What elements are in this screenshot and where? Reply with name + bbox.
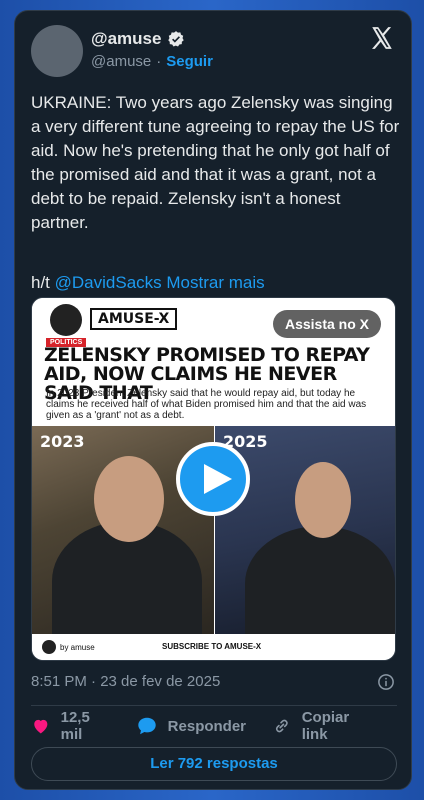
- show-more-link[interactable]: Mostrar mais: [166, 273, 264, 292]
- avatar[interactable]: [31, 25, 83, 77]
- tweet-card: @amuse @amuse · Seguir UKRAINE: Two year…: [14, 10, 412, 790]
- copy-link-label: Copiar link: [301, 709, 350, 743]
- copy-link-button[interactable]: Copiar link: [272, 709, 371, 743]
- brand-mini-icon: [42, 640, 56, 654]
- handle-row: @amuse · Seguir: [91, 53, 213, 70]
- media-footer: by amuse SUBSCRIBE TO AMUSE-X: [32, 634, 395, 660]
- like-button[interactable]: 12,5 mil: [31, 709, 110, 743]
- like-count: 12,5 mil: [60, 709, 90, 743]
- reply-button[interactable]: Responder: [136, 715, 246, 737]
- verified-badge-icon: [168, 31, 185, 47]
- by-amuse: by amuse: [42, 640, 95, 654]
- by-label: by amuse: [60, 642, 95, 652]
- tweet-text: UKRAINE: Two years ago Zelensky was sing…: [31, 93, 400, 232]
- brand-logo-icon: [50, 304, 82, 336]
- separator-dot: ·: [156, 53, 162, 70]
- play-button[interactable]: [176, 442, 250, 516]
- video-media[interactable]: AMUSE-X Assista no X POLITICS ZELENSKY P…: [31, 297, 396, 661]
- mention-link[interactable]: @DavidSacks: [55, 273, 162, 292]
- brand-text: AMUSE-X: [90, 308, 178, 330]
- action-bar: 12,5 mil Responder Copiar link: [31, 709, 397, 743]
- handle[interactable]: @amuse: [91, 53, 151, 70]
- display-name[interactable]: @amuse: [91, 29, 161, 49]
- x-logo-icon[interactable]: [369, 25, 395, 51]
- info-icon[interactable]: [377, 673, 395, 691]
- heart-icon: [34, 719, 48, 734]
- name-row: @amuse: [91, 29, 185, 49]
- link-icon: [276, 719, 288, 733]
- reply-icon: [137, 717, 156, 735]
- timestamp[interactable]: 8:51 PM · 23 de fev de 2025: [31, 673, 220, 690]
- divider: [31, 705, 397, 706]
- play-icon: [204, 464, 232, 494]
- ht-row: h/t @DavidSacks Mostrar mais: [31, 271, 265, 295]
- subscribe-label: SUBSCRIBE TO AMUSE-X: [162, 642, 262, 651]
- read-replies-button[interactable]: Ler 792 respostas: [31, 747, 397, 781]
- follow-button[interactable]: Seguir: [166, 53, 213, 70]
- watch-on-x-button[interactable]: Assista no X: [272, 310, 381, 338]
- ht-prefix: h/t: [31, 273, 50, 292]
- year-left: 2023: [40, 432, 85, 451]
- video-subtext: In 2023 President Zelensky said that he …: [46, 388, 367, 421]
- reply-label: Responder: [167, 717, 247, 735]
